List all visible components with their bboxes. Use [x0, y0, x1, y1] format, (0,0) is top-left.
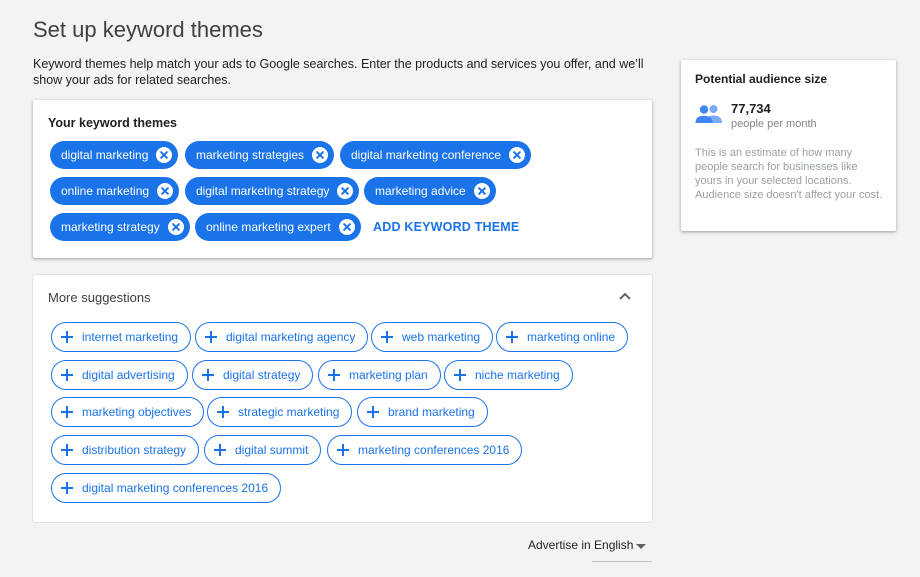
page-title: Set up keyword themes [33, 17, 263, 42]
chip-label: web marketing [402, 330, 481, 344]
suggestion-chip[interactable]: brand marketing [357, 397, 488, 427]
plus-icon [214, 444, 226, 456]
audience-size-card: Potential audience size 77,734 people pe… [681, 60, 896, 231]
plus-icon [337, 444, 349, 456]
people-icon [695, 105, 722, 123]
chip-label: digital marketing strategy [196, 184, 330, 198]
suggestion-chip[interactable]: marketing objectives [51, 397, 205, 427]
chip-label: digital advertising [82, 368, 175, 382]
page-description: Keyword themes help match your ads to Go… [33, 57, 644, 87]
suggestion-chip[interactable]: marketing online [496, 322, 629, 352]
suggestion-chip[interactable]: internet marketing [51, 322, 192, 352]
keyword-theme-chip[interactable]: digital marketing [50, 141, 179, 169]
keyword-themes-title: Your keyword themes [48, 116, 177, 130]
keyword-theme-chip[interactable]: digital marketing strategy [185, 177, 360, 205]
plus-icon [61, 369, 73, 381]
chip-label: marketing advice [375, 184, 466, 198]
plus-icon [61, 444, 73, 456]
chip-label: marketing conferences 2016 [358, 443, 510, 457]
close-circle-icon[interactable] [473, 183, 490, 199]
keyword-theme-chip[interactable]: online marketing [50, 177, 180, 205]
suggestion-chip[interactable]: digital summit [204, 435, 322, 465]
chip-label: niche marketing [475, 368, 560, 382]
close-circle-icon[interactable] [167, 219, 184, 235]
plus-icon [202, 369, 214, 381]
caret-down-icon [636, 544, 646, 549]
chip-label: brand marketing [388, 405, 475, 419]
chip-label: digital marketing [61, 148, 149, 162]
audience-size-unit: people per month [731, 118, 817, 130]
more-suggestions-title: More suggestions [48, 290, 151, 305]
plus-icon [61, 406, 73, 418]
language-select[interactable]: Advertise in English [528, 538, 652, 562]
keyword-themes-card: Your keyword themes digital marketing ma… [33, 100, 652, 258]
chip-label: strategic marketing [238, 405, 340, 419]
chevron-up-icon[interactable] [618, 290, 632, 302]
suggestion-chip[interactable]: marketing conferences 2016 [327, 435, 523, 465]
audience-size-value: 77,734 [731, 101, 771, 116]
chip-label: marketing objectives [82, 405, 192, 419]
plus-icon [61, 482, 73, 494]
language-select-value: Advertise in English [528, 538, 634, 552]
chip-label: distribution strategy [82, 443, 187, 457]
plus-icon [205, 331, 217, 343]
close-circle-icon[interactable] [156, 147, 173, 163]
suggestion-chip[interactable]: strategic marketing [207, 397, 353, 427]
plus-icon [454, 369, 466, 381]
chip-label: digital summit [235, 443, 309, 457]
suggestion-chip[interactable]: web marketing [371, 322, 494, 352]
plus-icon [506, 331, 518, 343]
chip-label: online marketing [61, 184, 150, 198]
plus-icon [328, 369, 340, 381]
audience-size-note: This is an estimate of how many people s… [695, 147, 883, 201]
close-circle-icon[interactable] [337, 183, 354, 199]
suggestion-chip[interactable]: niche marketing [444, 360, 573, 390]
suggestion-chip[interactable]: digital advertising [51, 360, 188, 390]
chip-label: marketing strategies [196, 148, 305, 162]
keyword-theme-chip[interactable]: marketing strategies [185, 141, 335, 169]
plus-icon [61, 331, 73, 343]
plus-icon [381, 331, 393, 343]
close-circle-icon[interactable] [338, 219, 355, 235]
chip-label: digital strategy [223, 368, 301, 382]
audience-size-title: Potential audience size [695, 72, 828, 86]
suggestion-chip[interactable]: distribution strategy [51, 435, 200, 465]
chip-label: digital marketing conferences 2016 [82, 481, 269, 495]
chip-label: digital marketing agency [226, 330, 356, 344]
chip-label: marketing strategy [61, 220, 160, 234]
plus-icon [217, 406, 229, 418]
close-circle-icon[interactable] [509, 147, 526, 163]
chip-label: online marketing expert [206, 220, 331, 234]
plus-icon [367, 406, 379, 418]
keyword-theme-chip[interactable]: online marketing expert [195, 213, 361, 241]
keyword-theme-chip[interactable]: marketing strategy [50, 213, 190, 241]
suggestion-chip[interactable]: digital marketing agency [195, 322, 369, 352]
suggestion-chip[interactable]: marketing plan [318, 360, 441, 390]
chip-label: marketing plan [349, 368, 428, 382]
suggestion-chip[interactable]: digital marketing conferences 2016 [51, 473, 282, 503]
keyword-theme-chip[interactable]: marketing advice [364, 177, 496, 205]
chip-label: internet marketing [82, 330, 179, 344]
more-suggestions-card: More suggestions internet marketing digi… [33, 275, 652, 522]
add-keyword-theme-button[interactable]: ADD KEYWORD THEME [373, 220, 519, 234]
suggestion-chip[interactable]: digital strategy [192, 360, 314, 390]
close-circle-icon[interactable] [312, 147, 329, 163]
chip-label: marketing online [527, 330, 616, 344]
select-underline [592, 561, 652, 562]
close-circle-icon[interactable] [157, 183, 174, 199]
keyword-theme-chip[interactable]: digital marketing conference [340, 141, 532, 169]
chip-label: digital marketing conference [351, 148, 502, 162]
